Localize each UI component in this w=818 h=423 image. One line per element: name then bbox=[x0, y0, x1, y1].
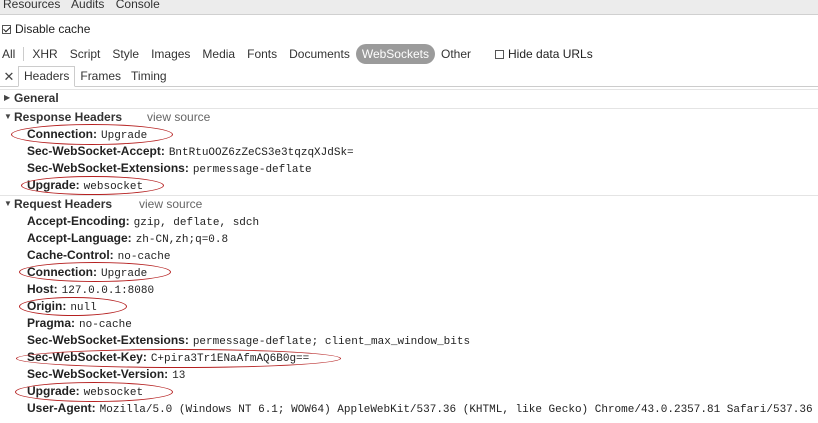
header-name: Host: bbox=[27, 282, 58, 296]
collapse-triangle-icon[interactable]: ▼ bbox=[4, 199, 12, 208]
disable-cache-label: Disable cache bbox=[15, 22, 91, 36]
header-value: Upgrade bbox=[101, 130, 148, 142]
hide-data-urls-checkbox[interactable] bbox=[495, 49, 504, 59]
response-view-source-link[interactable]: view source bbox=[147, 110, 210, 124]
header-name: Sec-WebSocket-Extensions: bbox=[27, 333, 189, 347]
request-header-row: Upgrade: websocket bbox=[27, 383, 143, 400]
header-name: Sec-WebSocket-Accept: bbox=[27, 144, 165, 158]
close-icon[interactable]: ✕ bbox=[0, 67, 18, 86]
header-value: permessage-deflate bbox=[192, 164, 312, 176]
panel-tab-console[interactable]: Console bbox=[116, 0, 160, 11]
filter-bar: All XHR Script Style Images Media Fonts … bbox=[0, 43, 593, 65]
header-value: Upgrade bbox=[101, 268, 148, 280]
response-header-row: Upgrade: websocket bbox=[27, 177, 143, 194]
request-header-row: Origin: null bbox=[27, 298, 97, 315]
header-value: 127.0.0.1:8080 bbox=[61, 285, 155, 297]
request-header-row: Sec-WebSocket-Version: 13 bbox=[27, 366, 185, 383]
hide-data-urls-option[interactable]: Hide data URLs bbox=[495, 47, 593, 61]
header-value: no-cache bbox=[117, 251, 171, 263]
header-value: Mozilla/5.0 (Windows NT 6.1; WOW64) Appl… bbox=[99, 404, 813, 416]
request-header-row: User-Agent: Mozilla/5.0 (Windows NT 6.1; … bbox=[27, 400, 818, 417]
request-view-source-link[interactable]: view source bbox=[139, 197, 202, 211]
header-name: Origin: bbox=[27, 299, 67, 313]
filter-documents[interactable]: Documents bbox=[283, 44, 356, 64]
request-header-row: Host: 127.0.0.1:8080 bbox=[27, 281, 154, 298]
request-header-row: Pragma: no-cache bbox=[27, 315, 132, 332]
header-name: Sec-WebSocket-Key: bbox=[27, 350, 147, 364]
request-header-row: Cache-Control: no-cache bbox=[27, 247, 170, 264]
expand-triangle-icon[interactable]: ▶ bbox=[4, 93, 10, 102]
header-name: Connection: bbox=[27, 127, 97, 141]
filter-websockets[interactable]: WebSockets bbox=[355, 44, 435, 64]
request-header-row: Accept-Language: zh-CN,zh;q=0.8 bbox=[27, 230, 228, 247]
header-name: Cache-Control: bbox=[27, 248, 114, 262]
filter-images[interactable]: Images bbox=[145, 44, 196, 64]
header-value: websocket bbox=[83, 181, 144, 193]
response-header-row: Connection: Upgrade bbox=[27, 126, 147, 143]
request-headers-title: Request Headers bbox=[14, 197, 113, 211]
disable-cache-row[interactable]: Disable cache bbox=[2, 22, 90, 36]
header-name: Accept-Language: bbox=[27, 231, 132, 245]
header-value: gzip, deflate, sdch bbox=[133, 217, 260, 229]
header-name: Accept-Encoding: bbox=[27, 214, 130, 228]
header-value: permessage-deflate; client_max_window_bi… bbox=[192, 336, 471, 348]
panel-tab-resources[interactable]: Resources bbox=[3, 0, 60, 11]
request-header-row: Accept-Encoding: gzip, deflate, sdch bbox=[27, 213, 259, 230]
header-name: Pragma: bbox=[27, 316, 76, 330]
header-value: 13 bbox=[172, 370, 186, 382]
header-value: zh-CN,zh;q=0.8 bbox=[135, 234, 229, 246]
collapse-triangle-icon[interactable]: ▼ bbox=[4, 112, 12, 121]
filter-other[interactable]: Other bbox=[435, 44, 477, 64]
header-value: C+pira3Tr1ENaAfmAQ6B0g== bbox=[150, 353, 310, 365]
tab-frames[interactable]: Frames bbox=[75, 67, 126, 86]
header-name: User-Agent: bbox=[27, 401, 96, 415]
general-title: General bbox=[14, 91, 59, 105]
response-header-row: Sec-WebSocket-Extensions: permessage-defl… bbox=[27, 160, 312, 177]
general-section-header[interactable]: ▶ General bbox=[0, 89, 818, 107]
request-header-row: Sec-WebSocket-Extensions: permessage-defl… bbox=[27, 332, 470, 349]
header-name: Sec-WebSocket-Version: bbox=[27, 367, 169, 381]
filter-media[interactable]: Media bbox=[196, 44, 241, 64]
tab-timing[interactable]: Timing bbox=[126, 67, 172, 86]
filter-style[interactable]: Style bbox=[106, 44, 145, 64]
disable-cache-checkbox[interactable] bbox=[2, 24, 11, 34]
response-headers-header[interactable]: ▼ Response Headers view source bbox=[0, 108, 818, 126]
devtools-panel-tabs: Resources Audits Console bbox=[0, 0, 818, 15]
filter-fonts[interactable]: Fonts bbox=[241, 44, 283, 64]
filter-divider bbox=[23, 47, 25, 61]
header-name: Connection: bbox=[27, 265, 97, 279]
header-name: Sec-WebSocket-Extensions: bbox=[27, 161, 189, 175]
tab-headers[interactable]: Headers bbox=[18, 66, 76, 87]
filter-all[interactable]: All bbox=[0, 44, 21, 64]
hide-data-urls-label: Hide data URLs bbox=[508, 47, 593, 61]
header-name: Upgrade: bbox=[27, 178, 80, 192]
request-headers-header[interactable]: ▼ Request Headers view source bbox=[0, 195, 818, 213]
filter-script[interactable]: Script bbox=[64, 44, 107, 64]
header-value: no-cache bbox=[79, 319, 132, 331]
header-value: null bbox=[70, 302, 97, 314]
request-header-row: Sec-WebSocket-Key: C+pira3Tr1ENaAfmAQ6B0g… bbox=[27, 349, 309, 366]
header-value: websocket bbox=[83, 387, 144, 399]
panel-tab-audits[interactable]: Audits bbox=[71, 0, 104, 11]
request-header-row: Connection: Upgrade bbox=[27, 264, 147, 281]
response-header-row: Sec-WebSocket-Accept: BntRtuOOZ6zZeCS3e3t… bbox=[27, 143, 354, 160]
response-headers-title: Response Headers bbox=[14, 110, 123, 124]
detail-tab-bar: ✕ Headers Frames Timing bbox=[0, 65, 818, 87]
header-name: Upgrade: bbox=[27, 384, 80, 398]
header-value: BntRtuOOZ6zZeCS3e3tqzqXJdSk= bbox=[168, 147, 354, 159]
filter-xhr[interactable]: XHR bbox=[26, 44, 63, 64]
